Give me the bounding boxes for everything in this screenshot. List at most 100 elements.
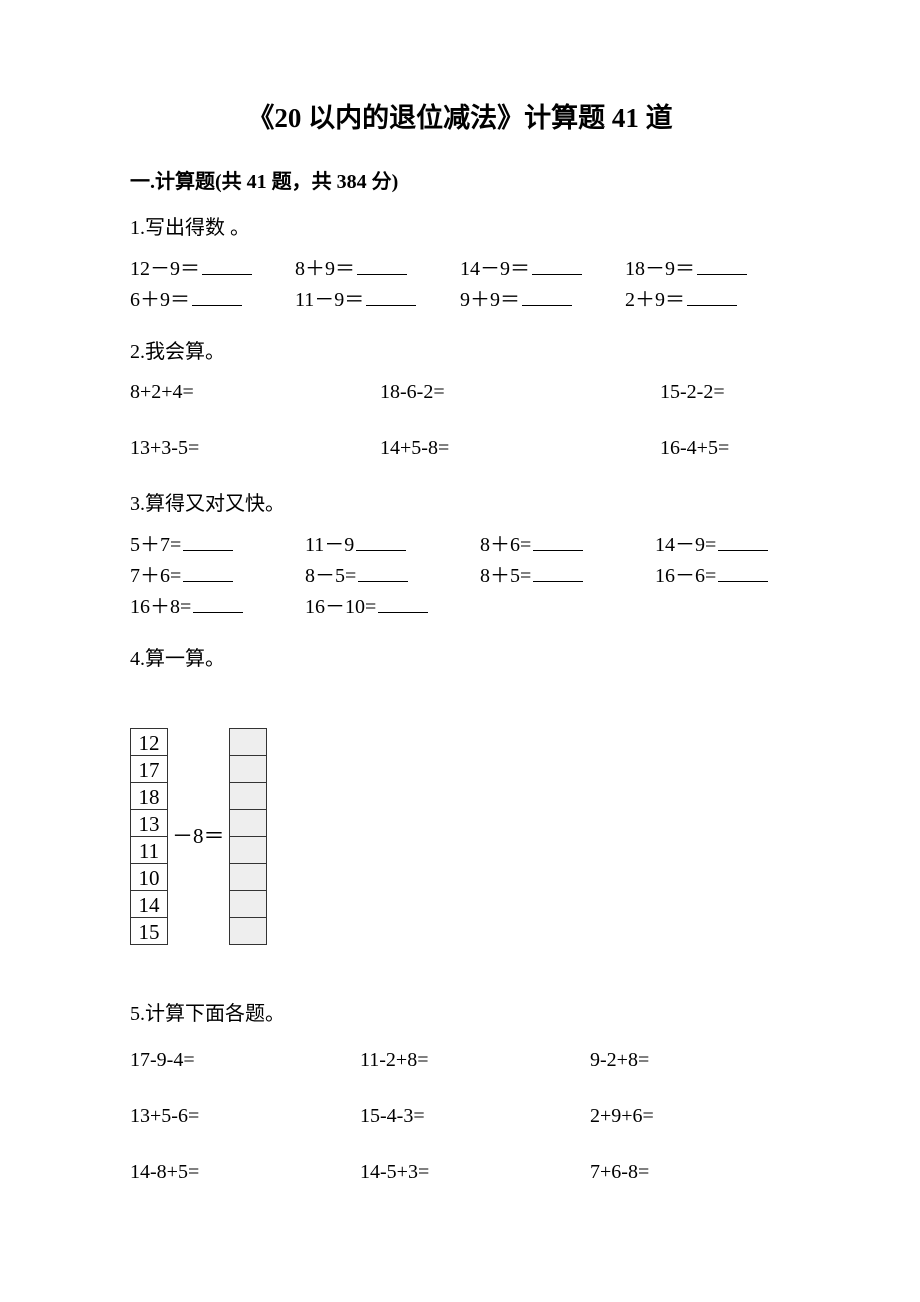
expr-text: 2＋9＝ — [625, 289, 685, 311]
expr: 16－10= — [305, 592, 480, 621]
q4-right-col — [229, 728, 267, 945]
table-cell: 13 — [130, 809, 168, 837]
expr: 14－9= — [655, 530, 830, 559]
expr: 15-2-2= — [660, 378, 800, 406]
expr: 11－9 — [305, 530, 480, 559]
expr: 8＋6= — [480, 530, 655, 559]
table-cell: 18 — [130, 782, 168, 810]
answer-blank[interactable] — [357, 254, 407, 275]
answer-blank[interactable] — [193, 592, 243, 613]
expr: 8+2+4= — [130, 378, 380, 406]
expr-text: 5＋7= — [130, 534, 181, 556]
expr: 11-2+8= — [360, 1046, 590, 1074]
q4-heading: 4.算一算。 — [130, 645, 790, 673]
expr: 2＋9＝ — [625, 285, 790, 314]
q5-block: 17-9-4= 11-2+8= 9-2+8= 13+5-6= 15-4-3= 2… — [130, 1046, 790, 1186]
q4-operator: －8＝ — [168, 822, 229, 851]
answer-blank[interactable] — [718, 530, 768, 551]
expr: 7＋6= — [130, 561, 305, 590]
q2-row: 13+3-5= 14+5-8= 16-4+5= — [130, 434, 790, 462]
page-title: 《20 以内的退位减法》计算题 41 道 — [130, 100, 790, 138]
q2-block: 8+2+4= 18-6-2= 15-2-2= 13+3-5= 14+5-8= 1… — [130, 378, 790, 462]
q3-row: 16＋8= 16－10= — [130, 592, 790, 621]
expr-text: 8＋6= — [480, 534, 531, 556]
q2-row: 8+2+4= 18-6-2= 15-2-2= — [130, 378, 790, 406]
q3-row: 5＋7= 11－9 8＋6= 14－9= — [130, 530, 790, 559]
expr: 14+5-8= — [380, 434, 660, 462]
answer-blank[interactable] — [533, 530, 583, 551]
expr-text: 8＋5= — [480, 565, 531, 587]
answer-cell[interactable] — [229, 782, 267, 810]
expr: 9＋9＝ — [460, 285, 625, 314]
answer-cell[interactable] — [229, 809, 267, 837]
answer-blank[interactable] — [532, 254, 582, 275]
answer-cell[interactable] — [229, 728, 267, 756]
q3-heading: 3.算得又对又快。 — [130, 490, 790, 518]
table-cell: 14 — [130, 890, 168, 918]
expr-text: 9＋9＝ — [460, 289, 520, 311]
expr-text: 11－9＝ — [295, 289, 364, 311]
expr: 14-8+5= — [130, 1158, 360, 1186]
expr-text: 12－9＝ — [130, 258, 200, 280]
expr: 12－9＝ — [130, 254, 295, 283]
table-cell: 15 — [130, 917, 168, 945]
expr: 13+5-6= — [130, 1102, 360, 1130]
answer-blank[interactable] — [183, 561, 233, 582]
answer-blank[interactable] — [533, 561, 583, 582]
expr: 14-5+3= — [360, 1158, 590, 1186]
expr-text: 18－9＝ — [625, 258, 695, 280]
expr: 6＋9＝ — [130, 285, 295, 314]
worksheet-page: 《20 以内的退位减法》计算题 41 道 一.计算题(共 41 题，共 384 … — [0, 0, 920, 1274]
q1-block: 12－9＝ 8＋9＝ 14－9＝ 18－9＝ 6＋9＝ 11－9＝ 9＋9＝ 2… — [130, 254, 790, 314]
expr: 14－9＝ — [460, 254, 625, 283]
answer-blank[interactable] — [718, 561, 768, 582]
expr: 11－9＝ — [295, 285, 460, 314]
answer-blank[interactable] — [202, 254, 252, 275]
answer-cell[interactable] — [229, 917, 267, 945]
expr-text: 16－10= — [305, 596, 376, 618]
expr-text: 14－9＝ — [460, 258, 530, 280]
section-heading: 一.计算题(共 41 题，共 384 分) — [130, 168, 790, 196]
table-cell: 11 — [130, 836, 168, 864]
answer-blank[interactable] — [192, 285, 242, 306]
expr: 17-9-4= — [130, 1046, 360, 1074]
expr-text: 6＋9＝ — [130, 289, 190, 311]
expr: 18-6-2= — [380, 378, 660, 406]
table-cell: 12 — [130, 728, 168, 756]
answer-blank[interactable] — [687, 285, 737, 306]
answer-blank[interactable] — [358, 561, 408, 582]
answer-blank[interactable] — [522, 285, 572, 306]
expr: 16－6= — [655, 561, 830, 590]
expr: 15-4-3= — [360, 1102, 590, 1130]
expr-text: 11－9 — [305, 534, 354, 556]
expr: 2+9+6= — [590, 1102, 820, 1130]
answer-blank[interactable] — [366, 285, 416, 306]
answer-cell[interactable] — [229, 890, 267, 918]
table-cell: 17 — [130, 755, 168, 783]
expr: 8＋5= — [480, 561, 655, 590]
answer-blank[interactable] — [356, 530, 406, 551]
expr-text: 8＋9＝ — [295, 258, 355, 280]
q1-row: 12－9＝ 8＋9＝ 14－9＝ 18－9＝ — [130, 254, 790, 283]
answer-cell[interactable] — [229, 863, 267, 891]
q3-block: 5＋7= 11－9 8＋6= 14－9= 7＋6= 8－5= 8＋5= 16－6… — [130, 530, 790, 621]
expr-text: 16＋8= — [130, 596, 191, 618]
q3-row: 7＋6= 8－5= 8＋5= 16－6= — [130, 561, 790, 590]
expr: 9-2+8= — [590, 1046, 820, 1074]
expr-text: 8－5= — [305, 565, 356, 587]
expr-text: 14－9= — [655, 534, 716, 556]
answer-cell[interactable] — [229, 836, 267, 864]
answer-cell[interactable] — [229, 755, 267, 783]
expr-text: 7＋6= — [130, 565, 181, 587]
expr: 5＋7= — [130, 530, 305, 559]
q4-block: 12 17 18 13 11 10 14 15 －8＝ — [130, 728, 790, 945]
answer-blank[interactable] — [697, 254, 747, 275]
expr: 8＋9＝ — [295, 254, 460, 283]
expr: 7+6-8= — [590, 1158, 820, 1186]
expr: 16-4+5= — [660, 434, 800, 462]
answer-blank[interactable] — [183, 530, 233, 551]
expr: 13+3-5= — [130, 434, 380, 462]
q4-table: 12 17 18 13 11 10 14 15 －8＝ — [130, 728, 790, 945]
q5-row: 14-8+5= 14-5+3= 7+6-8= — [130, 1158, 790, 1186]
answer-blank[interactable] — [378, 592, 428, 613]
